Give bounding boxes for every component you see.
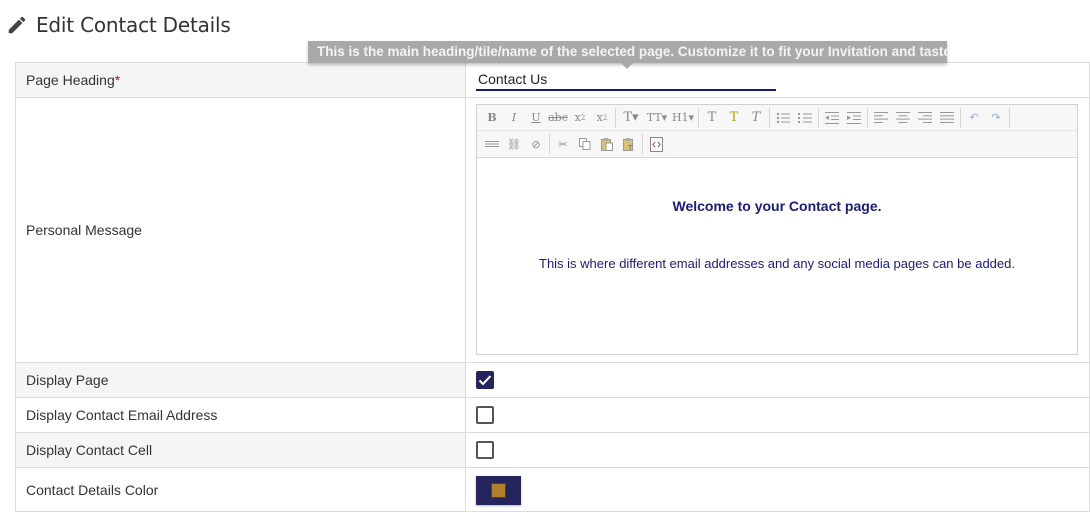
heading-tooltip: This is the main heading/tile/name of th… xyxy=(308,41,947,63)
copy-icon[interactable] xyxy=(574,134,596,154)
indent-icon[interactable] xyxy=(843,108,865,128)
toolbar-separator xyxy=(642,134,643,154)
contact-details-color-label: Contact Details Color xyxy=(15,467,466,512)
pencil-icon xyxy=(8,16,26,34)
highlight-icon[interactable]: T xyxy=(723,108,745,128)
toolbar-separator xyxy=(867,107,868,128)
toolbar-separator xyxy=(769,107,770,128)
italic-icon[interactable]: I xyxy=(503,108,525,128)
page-heading-row: Page Heading* xyxy=(15,62,1090,98)
align-center-icon[interactable] xyxy=(892,108,914,128)
color-preview xyxy=(491,483,506,498)
underline-icon[interactable]: U xyxy=(525,108,547,128)
page-header: Edit Contact Details xyxy=(6,10,231,40)
page-heading-label-text: Page Heading xyxy=(26,72,115,88)
display-contact-cell-row: Display Contact Cell xyxy=(15,432,1090,468)
rich-text-editor: B I U abc x2 x2 T▾ TT▾ H1▾ T T T ↶ ↷ ⛓ ⊘… xyxy=(476,104,1078,355)
numbered-list-icon[interactable] xyxy=(794,108,816,128)
display-page-label: Display Page xyxy=(15,362,466,398)
source-code-icon[interactable] xyxy=(645,134,667,154)
display-contact-email-checkbox[interactable] xyxy=(476,406,494,424)
contact-details-color-row: Contact Details Color xyxy=(15,467,1090,512)
display-contact-email-value-cell xyxy=(465,397,1090,433)
editor-toolbar-row-1: B I U abc x2 x2 T▾ TT▾ H1▾ T T T ↶ ↷ xyxy=(477,105,1077,131)
align-left-icon[interactable] xyxy=(870,108,892,128)
display-contact-email-row: Display Contact Email Address xyxy=(15,397,1090,433)
redo-icon[interactable]: ↷ xyxy=(985,108,1007,128)
paste-text-icon[interactable]: T xyxy=(618,134,640,154)
tooltip-arrow xyxy=(621,63,633,69)
font-name-icon[interactable]: TT▾ xyxy=(644,108,670,128)
display-contact-cell-label: Display Contact Cell xyxy=(15,432,466,468)
checkmark-icon xyxy=(478,375,492,386)
personal-message-label: Personal Message xyxy=(15,97,466,363)
outdent-icon[interactable] xyxy=(821,108,843,128)
display-contact-email-label: Display Contact Email Address xyxy=(15,397,466,433)
font-size-icon[interactable]: T▾ xyxy=(618,108,644,128)
page-heading-value-cell xyxy=(465,62,1090,98)
heading-icon[interactable]: H1▾ xyxy=(670,108,696,128)
display-page-checkbox[interactable] xyxy=(476,371,494,389)
display-contact-cell-value-cell xyxy=(465,432,1090,468)
strikethrough-icon[interactable]: abc xyxy=(547,108,569,128)
clear-format-icon[interactable]: T xyxy=(745,108,767,128)
personal-message-row: Personal Message B I U abc x2 x2 T▾ TT▾ … xyxy=(15,97,1090,363)
contact-details-color-value-cell xyxy=(465,467,1090,512)
toolbar-separator xyxy=(615,107,616,128)
svg-text:T: T xyxy=(627,144,633,151)
font-color-icon[interactable]: T xyxy=(701,108,723,128)
editor-body-text: This is where different email addresses … xyxy=(539,256,1015,271)
bold-icon[interactable]: B xyxy=(481,108,503,128)
horizontal-rule-icon[interactable] xyxy=(481,134,503,154)
page-heading-label: Page Heading* xyxy=(15,62,466,98)
editor-toolbar-row-2: ⛓ ⊘ ✂ T xyxy=(477,131,1077,157)
display-page-row: Display Page xyxy=(15,362,1090,398)
page-heading-input[interactable] xyxy=(476,69,776,91)
justify-icon[interactable] xyxy=(936,108,958,128)
superscript-icon[interactable]: x2 xyxy=(591,108,613,128)
undo-icon[interactable]: ↶ xyxy=(963,108,985,128)
toolbar-separator xyxy=(960,107,961,128)
editor-content[interactable]: Welcome to your Contact page. This is wh… xyxy=(477,158,1077,271)
display-page-value-cell xyxy=(465,362,1090,398)
paste-icon[interactable] xyxy=(596,134,618,154)
bulleted-list-icon[interactable] xyxy=(772,108,794,128)
toolbar-separator xyxy=(549,134,550,154)
toolbar-separator xyxy=(1009,107,1010,128)
link-icon[interactable]: ⛓ xyxy=(503,134,525,154)
color-picker-button[interactable] xyxy=(476,476,521,505)
align-right-icon[interactable] xyxy=(914,108,936,128)
contact-details-form: Page Heading* Personal Message B I U abc… xyxy=(15,62,1090,512)
subscript-icon[interactable]: x2 xyxy=(569,108,591,128)
unlink-icon[interactable]: ⊘ xyxy=(525,134,547,154)
required-mark: * xyxy=(114,72,121,88)
toolbar-separator xyxy=(818,107,819,128)
page-title: Edit Contact Details xyxy=(36,13,231,37)
editor-welcome-text: Welcome to your Contact page. xyxy=(672,198,882,214)
display-contact-cell-checkbox[interactable] xyxy=(476,441,494,459)
cut-icon[interactable]: ✂ xyxy=(552,134,574,154)
editor-toolbar: B I U abc x2 x2 T▾ TT▾ H1▾ T T T ↶ ↷ ⛓ ⊘… xyxy=(477,105,1077,158)
toolbar-separator xyxy=(698,107,699,128)
personal-message-value-cell: B I U abc x2 x2 T▾ TT▾ H1▾ T T T ↶ ↷ ⛓ ⊘… xyxy=(465,97,1090,363)
